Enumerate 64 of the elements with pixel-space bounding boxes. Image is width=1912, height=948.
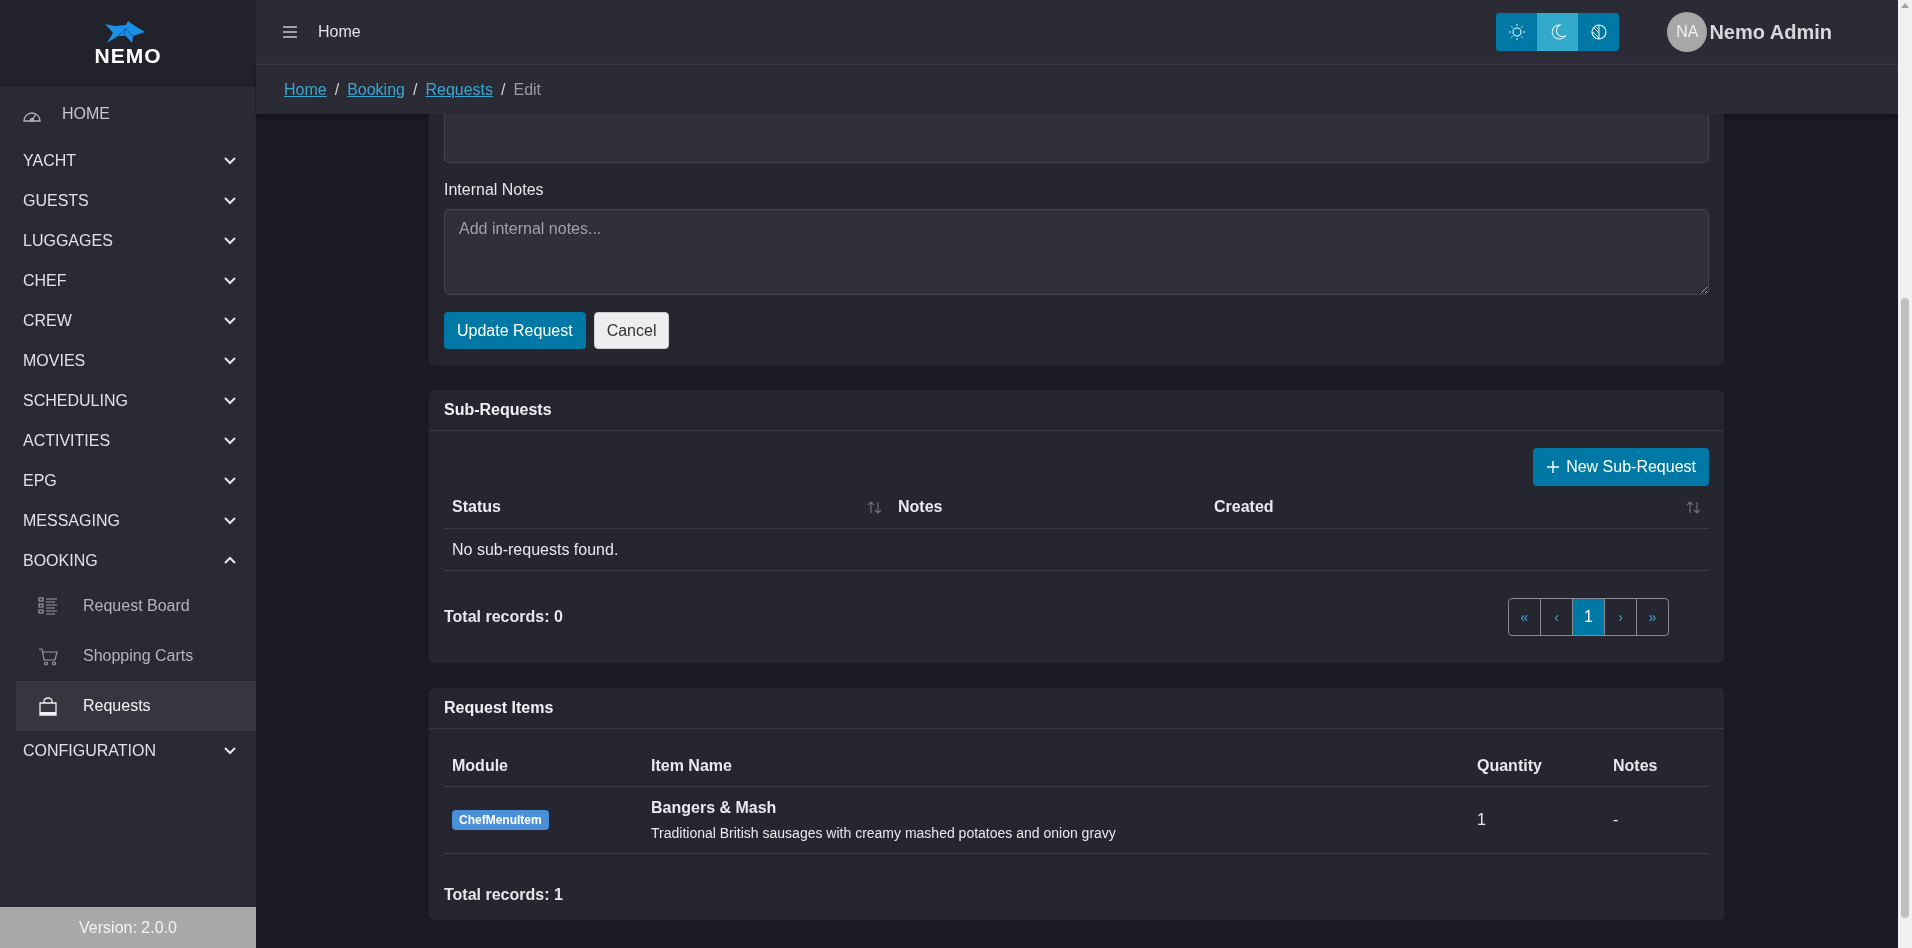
update-button[interactable]: Update Request — [444, 312, 586, 349]
sidebar-item[interactable]: CREW — [0, 301, 256, 341]
sidebar-item[interactable]: YACHT — [0, 141, 256, 181]
sidebar-item[interactable]: SCHEDULING — [0, 381, 256, 421]
quantity: 1 — [1477, 811, 1486, 828]
field-label: Internal Notes — [444, 181, 545, 199]
breadcrumb-separator: / — [412, 80, 418, 99]
new-sub-request-button[interactable]: New Sub-Request — [1533, 448, 1709, 486]
column-header[interactable]: Status — [452, 498, 882, 516]
menu-icon — [282, 25, 298, 39]
sidebar-item[interactable]: ACTIVITIES — [0, 421, 256, 461]
breadcrumb-link[interactable]: Home — [284, 80, 327, 99]
contrast-icon — [1589, 23, 1608, 41]
cancel-button[interactable]: Cancel — [593, 312, 670, 349]
notes-field[interactable]: Add internal notes... — [444, 209, 1709, 295]
breadcrumb-separator: / — [501, 80, 506, 99]
sun-icon — [1507, 23, 1526, 41]
sidebar-item[interactable]: BOOKING — [0, 541, 256, 581]
column-header: Notes — [898, 498, 944, 516]
cart-icon — [38, 646, 58, 666]
text-area[interactable] — [444, 114, 1709, 163]
sidebar-item[interactable]: CHEF — [0, 261, 256, 301]
empty-message: No sub-requests found. — [452, 540, 619, 558]
page-button[interactable]: » — [1636, 599, 1668, 635]
column-header: Notes — [1613, 757, 1658, 774]
sidebar-item[interactable]: HOME — [62, 105, 110, 123]
column-header[interactable]: Created — [1214, 498, 1701, 516]
card-title: Sub-Requests — [429, 390, 1724, 431]
sidebar-item[interactable]: CONFIGURATION — [0, 731, 256, 771]
card-title: Request Items — [429, 688, 1724, 729]
sidebar-item[interactable]: MOVIES — [0, 341, 256, 381]
logo-text: NEMO — [94, 43, 162, 68]
breadcrumb-link[interactable]: Requests — [425, 80, 493, 99]
column-header: Quantity — [1477, 757, 1542, 774]
bag-icon — [38, 696, 58, 716]
table-cell: - — [1613, 811, 1619, 828]
sidebar-subitem[interactable]: Request Board — [16, 581, 256, 631]
plus-icon — [1546, 460, 1561, 474]
total-records: Total records: 0 — [444, 608, 563, 626]
sidebar-subitem[interactable]: Requests — [16, 681, 256, 731]
list-icon — [38, 596, 58, 616]
breadcrumb-separator: / — [334, 80, 340, 99]
sidebar-item[interactable]: LUGGAGES — [0, 221, 256, 261]
page-button[interactable]: 1 — [1572, 599, 1604, 635]
sort-icon — [867, 499, 882, 515]
sidebar-item[interactable]: MESSAGING — [0, 501, 256, 541]
breadcrumb-current: Edit — [513, 80, 542, 99]
breadcrumb-link[interactable]: Booking — [347, 80, 405, 99]
item-description: Traditional British sausages with creamy mashed potatoes and onion gravy — [651, 825, 1117, 841]
scrollbar-thumb[interactable] — [1901, 298, 1909, 918]
total-records: Total records: 1 — [444, 885, 564, 905]
module-tag: ChefMenuItem — [452, 810, 549, 830]
item-name: Bangers & Mash — [651, 799, 778, 817]
version-label: Version: 2.0.0 — [0, 907, 256, 948]
column-header: Item Name — [651, 757, 732, 774]
page-button[interactable]: « — [1509, 599, 1540, 635]
column-header: Module — [452, 757, 508, 774]
sidebar-item[interactable]: GUESTS — [0, 181, 256, 221]
sidebar-item[interactable]: EPG — [0, 461, 256, 501]
page-title: Home — [318, 23, 361, 41]
sidebar-subitem[interactable]: Shopping Carts — [16, 631, 256, 681]
page-button[interactable]: › — [1604, 599, 1636, 635]
user-name: Nemo Admin — [1709, 20, 1832, 44]
sort-icon — [1686, 499, 1701, 515]
